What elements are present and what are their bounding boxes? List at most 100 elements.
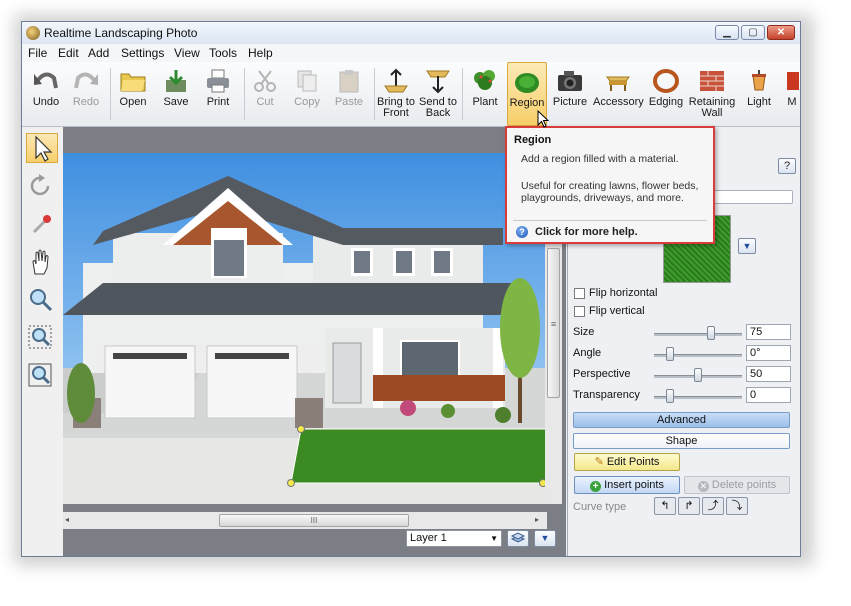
cut-button[interactable]: Cut <box>246 62 284 126</box>
menu-settings[interactable]: Settings <box>121 46 164 60</box>
zoom-window-tool[interactable] <box>26 323 58 353</box>
curve-type-4-button[interactable]: ⤵ <box>726 497 748 515</box>
curve-type-label: Curve type <box>573 501 627 513</box>
horizontal-scroll-thumb[interactable]: III <box>219 514 409 527</box>
printer-icon <box>207 69 229 93</box>
camera-icon <box>558 71 582 91</box>
tree <box>500 278 540 378</box>
scroll-left-icon[interactable]: ◂ <box>65 515 75 525</box>
region-handle[interactable] <box>297 425 305 433</box>
edit-points-button[interactable]: ✎ Edit Points <box>574 453 680 471</box>
title-bar: Realtime Landscaping Photo ▁ ▢ ✕ <box>22 22 800 44</box>
toolbar-separator <box>244 68 245 120</box>
menu-edit[interactable]: Edit <box>58 46 79 60</box>
bench-icon <box>606 76 630 91</box>
copy-button[interactable]: Copy <box>288 62 326 126</box>
minimize-button[interactable]: ▁ <box>715 25 739 40</box>
pan-tool[interactable] <box>26 248 58 278</box>
more-button[interactable]: M <box>782 62 800 126</box>
curve-type-2-button[interactable]: ↱ <box>678 497 700 515</box>
tooltip-help-link[interactable]: Click for more help. <box>535 226 638 238</box>
menu-file[interactable]: File <box>28 46 47 60</box>
send-to-back-button[interactable]: Send to Back <box>418 62 458 126</box>
delete-points-button[interactable]: ✕ Delete points <box>684 476 790 494</box>
angle-slider-thumb[interactable] <box>665 347 674 361</box>
main-toolbar: Undo Redo Open Save Print Cut Copy Paste… <box>22 62 800 127</box>
size-slider-track[interactable] <box>654 333 742 336</box>
size-slider-thumb[interactable] <box>707 326 716 340</box>
close-button[interactable]: ✕ <box>767 25 795 40</box>
perspective-field[interactable]: 50 <box>746 366 791 382</box>
horizontal-scrollbar[interactable]: ◂ III ▸ <box>63 512 547 529</box>
chevron-down-icon: ▼ <box>540 533 550 543</box>
zoom-in-tool[interactable] <box>26 286 58 316</box>
hand-icon <box>32 249 49 275</box>
menu-add[interactable]: Add <box>88 46 109 60</box>
flip-vertical-checkbox[interactable] <box>574 306 585 317</box>
layer-select-value: Layer 1 <box>410 532 447 544</box>
plant-icon <box>474 70 495 90</box>
bring-to-front-button[interactable]: Bring to Front <box>376 62 416 126</box>
light-button[interactable]: Light <box>739 62 779 126</box>
layers-icon <box>510 532 526 543</box>
plant-button[interactable]: Plant <box>465 62 505 126</box>
perspective-slider-thumb[interactable] <box>694 368 702 382</box>
zoom-fit-tool[interactable] <box>26 361 58 391</box>
menu-view[interactable]: View <box>174 46 200 60</box>
house-photo[interactable] <box>63 153 547 504</box>
insert-points-button[interactable]: + Insert points <box>574 476 680 494</box>
chevron-down-icon: ▼ <box>742 241 752 251</box>
send-back-icon <box>426 70 450 94</box>
layer-menu-button[interactable]: ▼ <box>534 530 556 547</box>
menu-help[interactable]: Help <box>248 46 273 60</box>
pencil-icon: ✎ <box>594 456 604 468</box>
help-button[interactable]: ? <box>778 158 796 174</box>
undo-button[interactable]: Undo <box>27 62 65 126</box>
redo-button[interactable]: Redo <box>67 62 105 126</box>
transparency-label: Transparency <box>573 389 640 401</box>
lower-roof <box>63 283 533 315</box>
open-button[interactable]: Open <box>114 62 152 126</box>
mouse-cursor-icon <box>537 110 550 128</box>
rotate-tool[interactable] <box>26 172 58 202</box>
zoom-window-icon <box>28 325 52 349</box>
advanced-section-button[interactable]: Advanced <box>573 412 790 428</box>
help-circle-icon[interactable]: ? <box>516 226 528 238</box>
menu-tools[interactable]: Tools <box>209 46 237 60</box>
eyedropper-tool[interactable] <box>26 210 58 240</box>
angle-field[interactable]: 0° <box>746 345 791 361</box>
flip-horizontal-checkbox[interactable] <box>574 288 585 299</box>
shape-section-button[interactable]: Shape <box>573 433 790 449</box>
material-dropdown-button[interactable]: ▼ <box>738 238 756 254</box>
transparency-slider-thumb[interactable] <box>665 389 674 403</box>
scroll-right-icon[interactable]: ▸ <box>535 515 545 525</box>
angle-label: Angle <box>573 347 602 359</box>
transparency-field[interactable]: 0 <box>746 387 791 403</box>
curve-type-1-button[interactable]: ↰ <box>654 497 676 515</box>
curve-bezier-icon: ⤴ <box>707 500 719 512</box>
rotate-icon <box>30 174 50 196</box>
size-field[interactable]: 75 <box>746 324 791 340</box>
perspective-label: Perspective <box>573 368 631 380</box>
layer-select[interactable]: Layer 1 ▼ <box>406 530 502 547</box>
print-button[interactable]: Print <box>199 62 237 126</box>
paste-button[interactable]: Paste <box>330 62 368 126</box>
edging-button[interactable]: Edging <box>646 62 686 126</box>
lawn-region[interactable] <box>290 428 547 484</box>
tooltip-title: Region <box>514 134 552 146</box>
folder-icon <box>120 73 146 92</box>
retaining-wall-button[interactable]: Retaining Wall <box>688 62 736 126</box>
toolbar-separator <box>462 68 463 120</box>
maximize-button[interactable]: ▢ <box>741 25 765 40</box>
region-handle[interactable] <box>287 479 295 487</box>
select-tool[interactable] <box>26 133 58 163</box>
layers-button[interactable] <box>507 530 529 547</box>
vertical-scroll-thumb[interactable]: ≡ <box>547 248 560 398</box>
accessory-button[interactable]: Accessory <box>593 62 644 126</box>
picture-button[interactable]: Picture <box>550 62 590 126</box>
save-button[interactable]: Save <box>157 62 195 126</box>
flip-vertical-label: Flip vertical <box>589 305 645 317</box>
curve-straight-icon: ↰ <box>660 500 670 512</box>
flip-horizontal-label: Flip horizontal <box>589 287 658 299</box>
curve-type-3-button[interactable]: ⤴ <box>702 497 724 515</box>
